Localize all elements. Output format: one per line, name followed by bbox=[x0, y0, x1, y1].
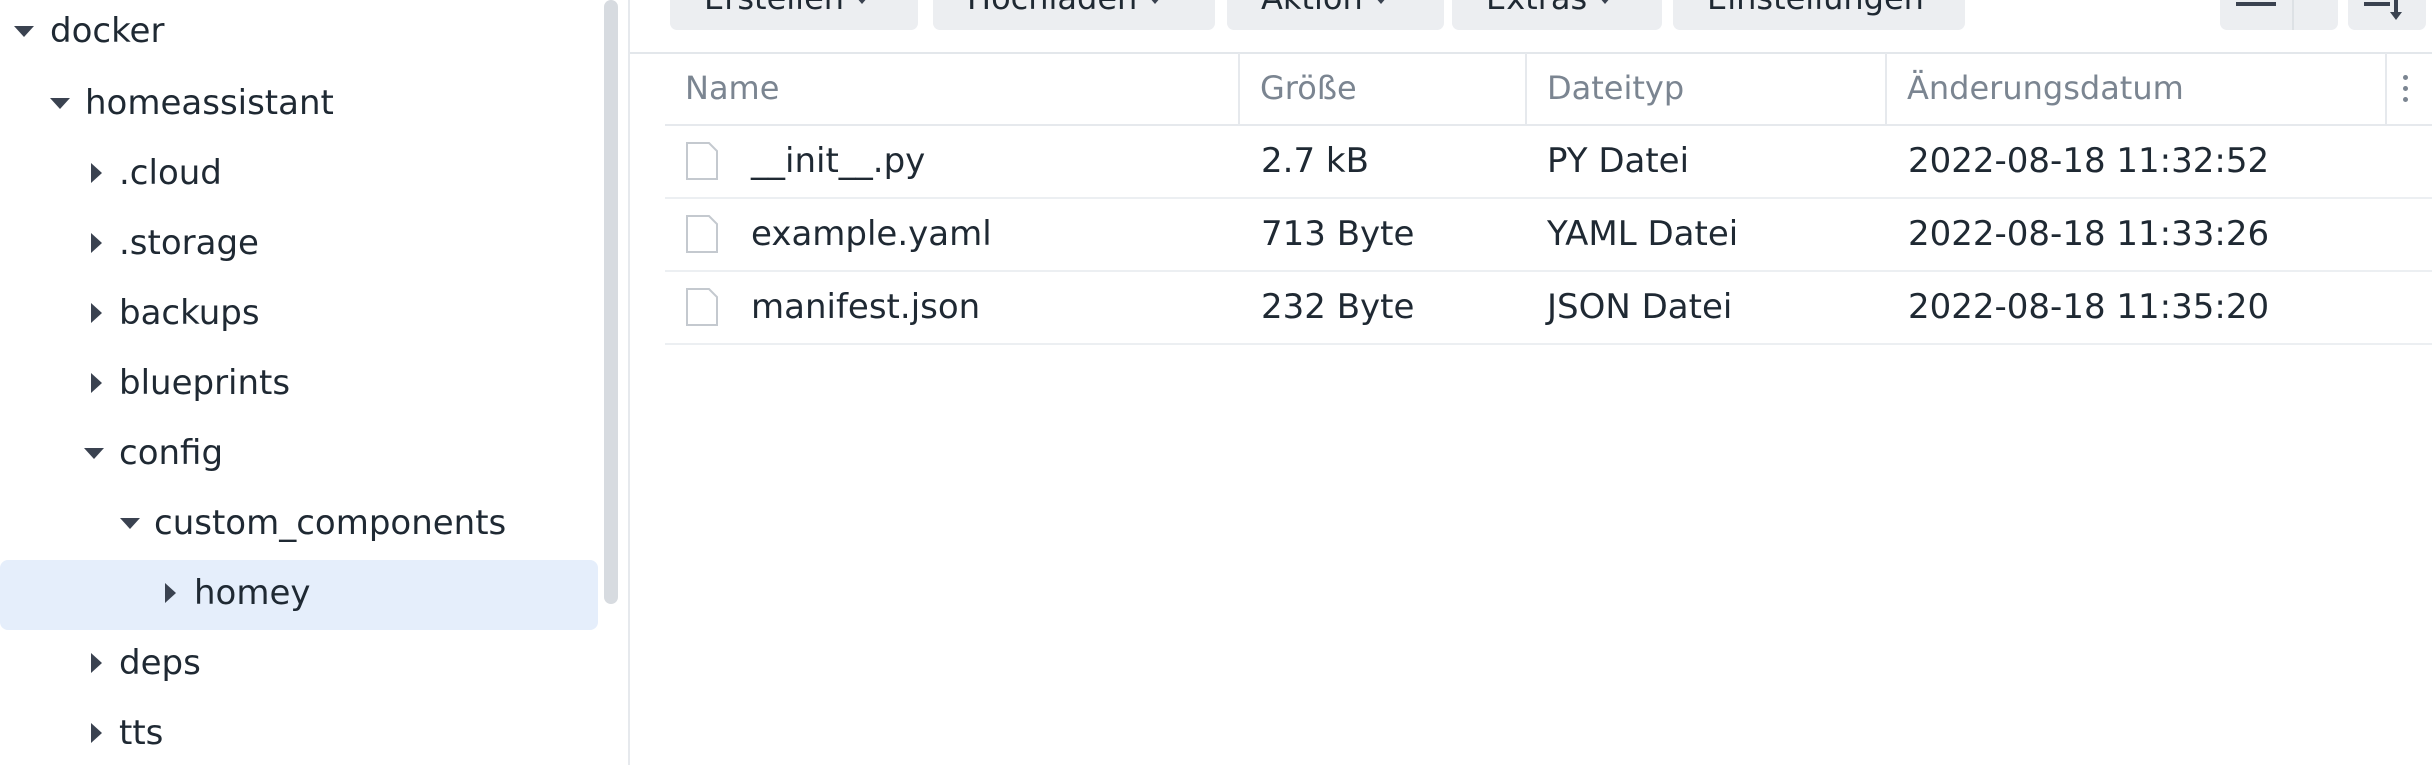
file-icon bbox=[686, 142, 718, 180]
collapse-triangle-icon[interactable] bbox=[84, 210, 108, 276]
chevron-down-icon bbox=[1599, 0, 1612, 4]
tree-node-label: custom_components bbox=[154, 503, 507, 543]
tree-node-label: docker bbox=[50, 11, 165, 51]
list-view-icon bbox=[2236, 2, 2276, 6]
tree-node-custom-components[interactable]: custom_components bbox=[0, 490, 600, 560]
expand-triangle-icon[interactable] bbox=[82, 420, 106, 486]
file-name: __init__.py bbox=[751, 141, 926, 181]
file-size: 2.7 kB bbox=[1261, 141, 1369, 181]
file-modified: 2022-08-18 11:33:26 bbox=[1908, 214, 2270, 254]
extras-button-label: Extras bbox=[1486, 0, 1587, 17]
file-size: 232 Byte bbox=[1261, 287, 1415, 327]
file-icon bbox=[686, 288, 718, 326]
tree-node-homey[interactable]: homey bbox=[0, 560, 598, 630]
expand-triangle-icon[interactable] bbox=[118, 490, 142, 556]
file-name: manifest.json bbox=[751, 287, 981, 327]
action-button-label: Aktion bbox=[1261, 0, 1363, 17]
collapse-triangle-icon[interactable] bbox=[84, 700, 108, 765]
tree-node-label: backups bbox=[119, 293, 260, 333]
tree-node-storage[interactable]: .storage bbox=[0, 210, 600, 280]
table-row[interactable]: example.yaml 713 Byte YAML Datei 2022-08… bbox=[665, 199, 2432, 272]
file-modified: 2022-08-18 11:32:52 bbox=[1908, 141, 2270, 181]
extras-button[interactable]: Extras bbox=[1452, 0, 1662, 30]
view-divider bbox=[2292, 0, 2294, 30]
tree-scrollbar-thumb[interactable] bbox=[604, 0, 618, 604]
settings-button[interactable]: Einstellungen bbox=[1673, 0, 1965, 30]
create-button-label: Erstellen bbox=[704, 0, 844, 17]
file-type: YAML Datei bbox=[1547, 214, 1739, 254]
expand-triangle-icon[interactable] bbox=[12, 0, 36, 64]
folder-tree: docker homeassistant .cloud .storage bac… bbox=[0, 0, 600, 765]
sort-button[interactable] bbox=[2348, 0, 2426, 30]
tree-node-label: .storage bbox=[119, 223, 259, 263]
tree-node-label: deps bbox=[119, 643, 201, 683]
file-name: example.yaml bbox=[751, 214, 992, 254]
folder-tree-panel: docker homeassistant .cloud .storage bac… bbox=[0, 0, 630, 765]
action-button[interactable]: Aktion bbox=[1227, 0, 1444, 30]
collapse-triangle-icon[interactable] bbox=[84, 350, 108, 416]
tree-node-cloud[interactable]: .cloud bbox=[0, 140, 600, 210]
sort-icon bbox=[2364, 0, 2402, 20]
tree-node-blueprints[interactable]: blueprints bbox=[0, 350, 600, 420]
column-divider[interactable] bbox=[2385, 53, 2387, 124]
file-type: JSON Datei bbox=[1547, 287, 1733, 327]
tree-node-label: tts bbox=[119, 713, 164, 753]
collapse-triangle-icon[interactable] bbox=[84, 140, 108, 206]
tree-node-label: config bbox=[119, 433, 224, 473]
tree-scrollbar[interactable] bbox=[600, 0, 622, 765]
column-options-icon[interactable] bbox=[2403, 75, 2409, 108]
tree-node-homeassistant[interactable]: homeassistant bbox=[0, 70, 600, 140]
tree-node-config[interactable]: config bbox=[0, 420, 600, 490]
tree-node-backups[interactable]: backups bbox=[0, 280, 600, 350]
upload-button[interactable]: Hochladen bbox=[933, 0, 1215, 30]
toolbar: Erstellen Hochladen Aktion Extras Einste… bbox=[630, 0, 2432, 54]
upload-button-label: Hochladen bbox=[967, 0, 1137, 17]
column-header-type[interactable]: Dateityp bbox=[1527, 53, 1885, 124]
chevron-down-icon bbox=[1149, 0, 1162, 4]
column-header-name[interactable]: Name bbox=[665, 53, 1238, 124]
collapse-triangle-icon[interactable] bbox=[84, 630, 108, 696]
column-header-modified[interactable]: Änderungsdatum bbox=[1887, 53, 2387, 124]
create-button[interactable]: Erstellen bbox=[670, 0, 918, 30]
file-list-panel: Erstellen Hochladen Aktion Extras Einste… bbox=[630, 0, 2432, 765]
file-size: 713 Byte bbox=[1261, 214, 1415, 254]
tree-node-tts[interactable]: tts bbox=[0, 700, 600, 765]
table-header: Name Größe Dateityp Änderungsdatum bbox=[665, 53, 2432, 126]
collapse-triangle-icon[interactable] bbox=[84, 280, 108, 346]
tree-node-label: .cloud bbox=[119, 153, 222, 193]
tree-node-docker[interactable]: docker bbox=[0, 0, 600, 68]
table-row[interactable]: __init__.py 2.7 kB PY Datei 2022-08-18 1… bbox=[665, 126, 2432, 199]
file-table: Name Größe Dateityp Änderungsdatum __ini… bbox=[665, 53, 2432, 345]
column-header-size[interactable]: Größe bbox=[1240, 53, 1525, 124]
chevron-down-icon bbox=[1374, 0, 1387, 4]
list-view-button[interactable] bbox=[2220, 0, 2338, 30]
tree-node-label: homey bbox=[194, 573, 311, 613]
settings-button-label: Einstellungen bbox=[1707, 0, 1924, 17]
chevron-down-icon bbox=[856, 0, 869, 4]
file-station-window: docker homeassistant .cloud .storage bac… bbox=[0, 0, 2432, 765]
file-type: PY Datei bbox=[1547, 141, 1690, 181]
file-icon bbox=[686, 215, 718, 253]
tree-node-label: homeassistant bbox=[85, 83, 334, 123]
table-row[interactable]: manifest.json 232 Byte JSON Datei 2022-0… bbox=[665, 272, 2432, 345]
file-modified: 2022-08-18 11:35:20 bbox=[1908, 287, 2270, 327]
collapse-triangle-icon[interactable] bbox=[158, 560, 182, 626]
tree-node-label: blueprints bbox=[119, 363, 291, 403]
tree-node-deps[interactable]: deps bbox=[0, 630, 600, 700]
expand-triangle-icon[interactable] bbox=[48, 70, 72, 136]
